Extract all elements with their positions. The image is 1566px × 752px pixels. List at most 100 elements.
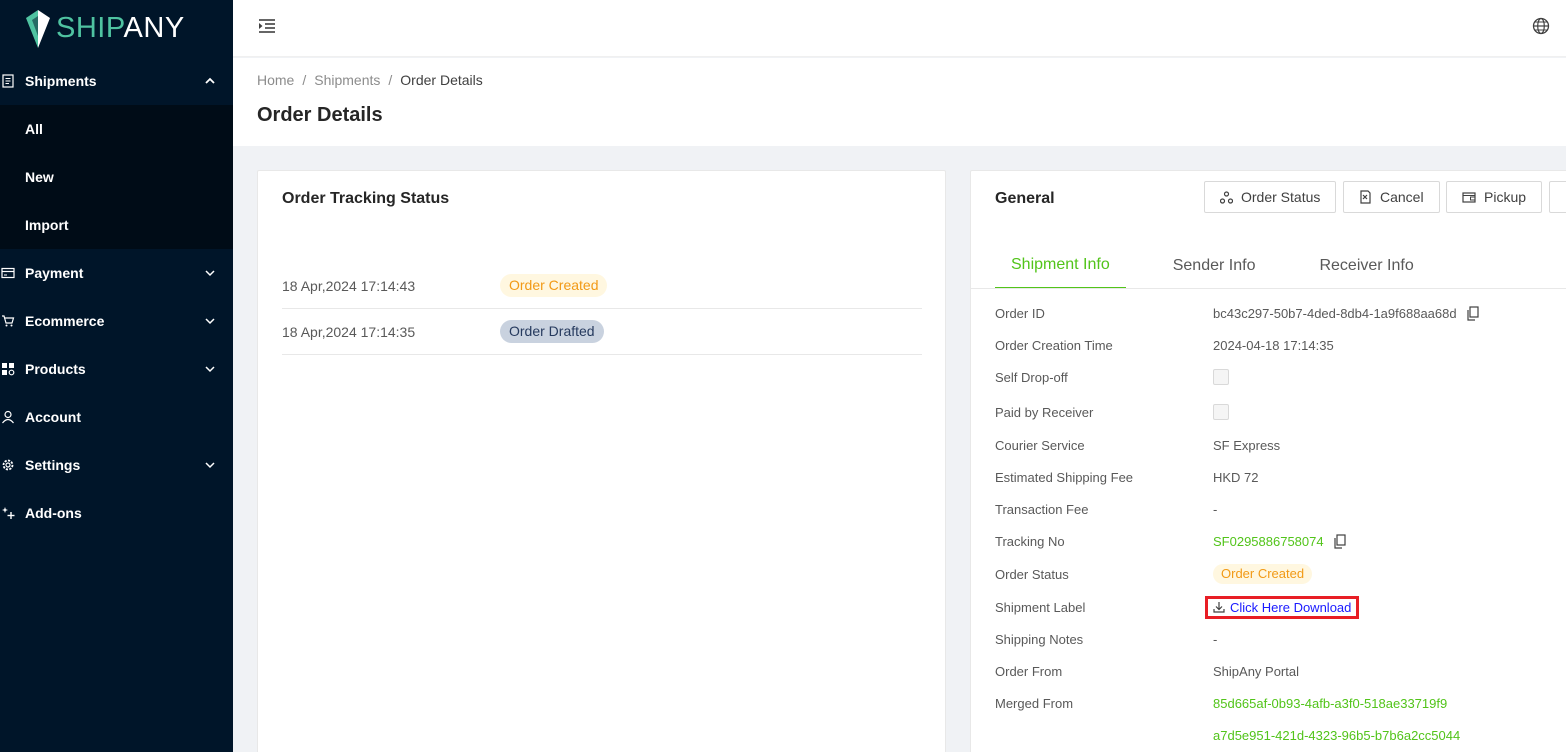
tabs-divider [971,288,1566,289]
sidebar-item-settings[interactable]: Settings [0,441,233,489]
shipping-notes-value: - [1213,631,1218,647]
tracking-timestamp: 18 Apr,2024 17:14:35 [282,323,416,340]
self-dropoff-checkbox[interactable] [1213,369,1229,385]
shipany-logo-icon [26,9,50,48]
sidebar-item-label: Ecommerce [25,313,105,329]
tracking-card-title: Order Tracking Status [282,190,450,207]
cluster-icon [1220,190,1233,204]
info-row-transaction-fee: Transaction Fee - [995,499,1217,519]
tracking-row: 18 Apr,2024 17:14:35 Order Drafted [282,309,922,355]
sparkle-icon [0,505,16,521]
tab-receiver-info[interactable]: Receiver Info [1255,243,1413,289]
download-highlight-box: Click Here Download [1205,595,1360,619]
sidebar-item-label: Shipments [25,73,97,89]
paid-by-receiver-checkbox[interactable] [1213,404,1229,420]
general-card-title: General [995,190,1055,207]
tracking-no-link[interactable]: SF0295886758074 [1213,534,1324,549]
shipment-label-label: Shipment Label [995,599,1086,615]
order-id-text: bc43c297-50b7-4ded-8db4-1a9f688aa68d [1213,305,1457,321]
sidebar-item-label: Add-ons [25,505,82,521]
chevron-up-icon [205,77,215,84]
credit-card-icon [0,265,16,281]
sidebar-subitem-all[interactable]: All [0,105,233,153]
info-row-courier-service: Courier Service SF Express [995,435,1280,455]
merged-from-link[interactable]: 85d665af-0b93-4afb-a3f0-518ae33719f9 [1213,696,1447,711]
order-status-button[interactable]: Order Status [1204,181,1337,213]
top-header [233,0,1566,57]
info-row-order-id: Order ID bc43c297-50b7-4ded-8db4-1a9f688… [995,303,1479,323]
page-title: Order Details [257,104,383,126]
breadcrumb-shipments[interactable]: Shipments [314,72,380,88]
wallet-icon [1462,191,1476,203]
paid-by-receiver-label: Paid by Receiver [995,404,1094,420]
logo[interactable]: SHIPANY [0,0,233,57]
sidebar-item-addons[interactable]: Add-ons [0,489,233,537]
chevron-down-icon [205,366,215,373]
merged-from-label: Merged From [995,695,1074,711]
cancel-button[interactable]: Cancel [1343,181,1440,213]
status-badge: Order Created [1213,564,1313,584]
breadcrumb-current: Order Details [400,72,483,88]
order-id-value: bc43c297-50b7-4ded-8db4-1a9f688aa68d [1213,306,1479,321]
breadcrumb-separator: / [302,72,307,88]
chevron-down-icon [205,462,215,469]
sidebar-item-label: Products [25,361,86,377]
order-status-label: Order Status [995,566,1069,582]
info-row-order-from: Order From ShipAny Portal [995,661,1299,681]
gear-icon [0,457,16,473]
tracking-no-value: SF0295886758074 [1213,534,1346,549]
pickup-button[interactable]: Pickup [1446,181,1543,213]
creation-time-label: Order Creation Time [995,337,1113,353]
info-row-creation-time: Order Creation Time 2024-04-18 17:14:35 [995,335,1334,355]
sidebar-item-products[interactable]: Products [0,345,233,393]
estimated-fee-label: Estimated Shipping Fee [995,469,1134,485]
info-row-tracking-no: Tracking No SF0295886758074 [995,531,1346,551]
download-link-text: Click Here Download [1230,599,1352,615]
transaction-fee-label: Transaction Fee [995,501,1089,517]
file-list-icon [0,73,16,89]
tab-shipment-info[interactable]: Shipment Info [995,243,1126,289]
file-cancel-icon [1359,190,1372,204]
order-id-label: Order ID [995,305,1045,321]
sidebar-item-payment[interactable]: Payment [0,249,233,297]
chevron-down-icon [205,318,215,325]
tracking-row: 18 Apr,2024 17:14:43 Order Created [282,263,922,309]
breadcrumb-separator: / [388,72,393,88]
tracking-no-label: Tracking No [995,533,1065,549]
copy-icon[interactable] [1467,305,1479,321]
order-from-value: ShipAny Portal [1213,663,1299,679]
creation-time-value: 2024-04-18 17:14:35 [1213,337,1334,353]
sidebar-subitem-new[interactable]: New [0,153,233,201]
estimated-fee-value: HKD 72 [1213,469,1259,485]
order-from-label: Order From [995,663,1063,679]
sidebar-item-ecommerce[interactable]: Ecommerce [0,297,233,345]
transaction-fee-value: - [1213,501,1218,517]
sidebar-item-label: Account [25,409,81,425]
more-action-button[interactable] [1549,181,1566,213]
sidebar-item-shipments[interactable]: Shipments [0,57,233,105]
general-card: General Order Status Cancel Pickup Shipm… [970,170,1566,752]
logo-text: SHIPANY [56,12,185,45]
info-row-shipping-notes: Shipping Notes - [995,629,1217,649]
cancel-button-label: Cancel [1380,189,1424,205]
logo-text-any: ANY [123,12,185,44]
pickup-button-label: Pickup [1484,189,1527,205]
sidebar-item-label: Settings [25,457,81,473]
copy-icon[interactable] [1334,533,1346,549]
sidebar-subitem-import[interactable]: Import [0,201,233,249]
info-row-merged-from: Merged From 85d665af-0b93-4afb-a3f0-518a… [995,693,1447,713]
merged-from-link[interactable]: a7d5e951-421d-4323-96b5-b7b6a2cc5044 [1213,728,1460,743]
breadcrumb-home[interactable]: Home [257,72,294,88]
sidebar-item-account[interactable]: Account [0,393,233,441]
info-row-merged-from-2: a7d5e951-421d-4323-96b5-b7b6a2cc5044 [995,725,1460,745]
download-label-link[interactable]: Click Here Download [1213,600,1351,615]
download-icon [1213,601,1225,613]
menu-fold-icon[interactable] [257,17,277,35]
sidebar-item-label: Payment [25,265,84,281]
tab-sender-info[interactable]: Sender Info [1126,243,1256,289]
sidebar: SHIPANY Shipments All New Import Payment… [0,0,233,752]
courier-service-label: Courier Service [995,437,1085,453]
status-badge: Order Drafted [500,320,604,343]
globe-icon[interactable] [1532,17,1550,35]
info-row-shipment-label: Shipment Label Click Here Download [995,595,1360,619]
